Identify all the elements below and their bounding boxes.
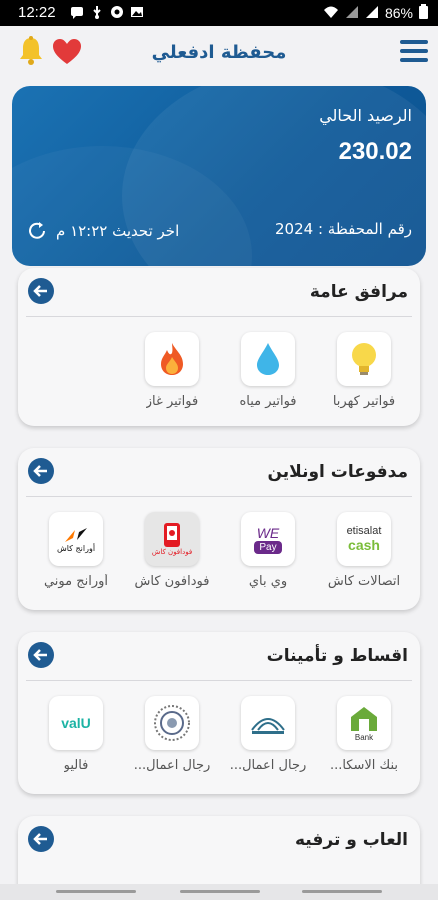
page-title: محفظة ادفعلي	[151, 42, 287, 63]
logo-text: etisalat	[346, 525, 382, 537]
back-arrow-icon[interactable]	[28, 458, 54, 484]
flame-icon	[145, 332, 199, 386]
last-update-text: اخر تحديث ١٢:٢٢ م	[56, 222, 180, 240]
service-label: فواتير كهربا	[332, 394, 396, 409]
status-time: 12:22	[18, 4, 56, 21]
divider	[26, 316, 412, 317]
business-men-logo	[241, 696, 295, 750]
section-items: etisalat cash اتصالات كاش WE Pay وي باي …	[28, 512, 412, 589]
service-item-we-pay[interactable]: WE Pay وي باي	[220, 512, 316, 589]
service-label: أورانج موني	[43, 574, 109, 589]
back-arrow-icon[interactable]	[28, 278, 54, 304]
section-title: اقساط و تأمينات	[266, 646, 408, 666]
section-items: فواتير كهربا فواتير مياه فواتير غاز	[124, 332, 412, 409]
logo-text: cash	[348, 537, 380, 553]
valu-logo: valU	[49, 696, 103, 750]
housing-bank-logo: Bank	[337, 696, 391, 750]
service-item-water[interactable]: فواتير مياه	[220, 332, 316, 409]
system-nav-bar	[0, 884, 438, 900]
service-item-vodafone-cash[interactable]: فودافون كاش فودافون كاش	[124, 512, 220, 589]
service-item-gas[interactable]: فواتير غاز	[124, 332, 220, 409]
gallery-icon	[130, 5, 144, 19]
nav-handle[interactable]	[56, 890, 136, 893]
section-items: Bank بنك الاسكا... رجال اعمال... رجال اع…	[28, 696, 412, 773]
lightbulb-icon	[337, 332, 391, 386]
section-utilities: مرافق عامة فواتير كهربا فواتير مياه فوات…	[18, 268, 420, 426]
service-label: بنك الاسكا...	[329, 758, 399, 773]
service-item-orange-money[interactable]: أورانج كاش أورانج موني	[28, 512, 124, 589]
balance-label: الرصيد الحالي	[319, 106, 412, 125]
service-item-valu[interactable]: valU فاليو	[28, 696, 124, 773]
last-update[interactable]: اخر تحديث ١٢:٢٢ م	[26, 220, 179, 242]
service-item-electricity[interactable]: فواتير كهربا	[316, 332, 412, 409]
service-item-business-men-1[interactable]: رجال اعمال...	[220, 696, 316, 773]
menu-icon[interactable]	[400, 40, 428, 64]
app-bar: محفظة ادفعلي	[0, 26, 438, 80]
divider	[26, 680, 412, 681]
nav-handle[interactable]	[180, 890, 260, 893]
business-seal-logo	[145, 696, 199, 750]
we-pay-logo: WE Pay	[241, 512, 295, 566]
section-online-payments: مدفوعات اونلاين etisalat cash اتصالات كا…	[18, 448, 420, 610]
orange-money-logo: أورانج كاش	[49, 512, 103, 566]
service-label: فاليو	[63, 758, 89, 773]
service-item-housing-bank[interactable]: Bank بنك الاسكا...	[316, 696, 412, 773]
logo-text: Bank	[354, 732, 374, 742]
logo-text: Pay	[254, 540, 282, 554]
logo-text: valU	[61, 715, 91, 731]
message-icon	[70, 5, 84, 19]
water-drop-icon	[241, 332, 295, 386]
signal-icon	[365, 5, 379, 22]
service-label: وي باي	[248, 574, 288, 589]
balance-amount: 230.02	[338, 138, 412, 165]
logo-text: WE	[256, 524, 280, 541]
usb-icon	[90, 5, 104, 19]
section-installments: اقساط و تأمينات Bank بنك الاسكا... رجال …	[18, 632, 420, 794]
status-left-icons	[70, 5, 144, 19]
wifi-icon	[323, 5, 339, 22]
service-item-etisalat-cash[interactable]: etisalat cash اتصالات كاش	[316, 512, 412, 589]
section-title: العاب و ترفيه	[294, 830, 408, 850]
refresh-icon[interactable]	[26, 220, 48, 242]
service-label: فواتير مياه	[239, 394, 297, 409]
logo-text: أورانج كاش	[56, 543, 96, 553]
battery-percent: 86%	[384, 5, 413, 21]
battery-icon	[419, 4, 428, 22]
signal-x-icon	[345, 5, 359, 22]
service-label: اتصالات كاش	[327, 574, 401, 589]
service-label: فودافون كاش	[134, 574, 210, 589]
status-right-icons: 86%	[323, 4, 428, 22]
section-title: مرافق عامة	[309, 282, 408, 302]
back-arrow-icon[interactable]	[28, 826, 54, 852]
divider	[26, 496, 412, 497]
balance-card: الرصيد الحالي 230.02 رقم المحفظة : 2024 …	[12, 86, 426, 266]
logo-text: فودافون كاش	[151, 548, 193, 556]
section-title: مدفوعات اونلاين	[267, 462, 409, 482]
back-arrow-icon[interactable]	[28, 642, 54, 668]
wallet-number: رقم المحفظة : 2024	[275, 220, 412, 238]
nav-handle[interactable]	[302, 890, 382, 893]
status-bar: 12:22 86%	[0, 0, 438, 26]
service-item-business-men-2[interactable]: رجال اعمال...	[124, 696, 220, 773]
service-label: فواتير غاز	[145, 394, 199, 409]
vodafone-cash-logo: فودافون كاش	[145, 512, 199, 566]
vpn-icon	[110, 5, 124, 19]
service-label: رجال اعمال...	[229, 758, 307, 773]
service-label: رجال اعمال...	[133, 758, 211, 773]
etisalat-cash-logo: etisalat cash	[337, 512, 391, 566]
